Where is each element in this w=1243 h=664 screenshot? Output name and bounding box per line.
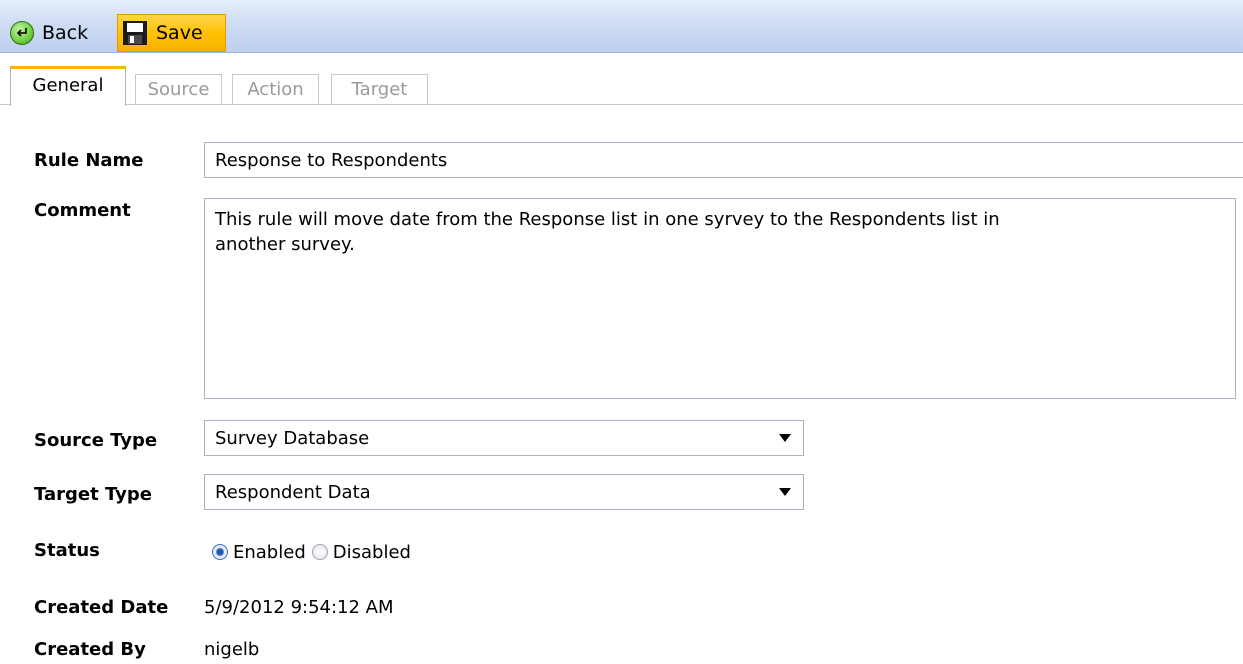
status-enabled-radio[interactable] (212, 544, 228, 560)
status-label: Status (34, 540, 100, 561)
save-button[interactable]: Save (117, 14, 226, 52)
back-arrow-icon (10, 21, 34, 45)
back-button[interactable]: Back (10, 14, 88, 52)
floppy-disk-icon (122, 20, 148, 46)
created-date-label: Created Date (34, 597, 169, 618)
status-radio-group: Enabled Disabled (212, 540, 417, 564)
chevron-down-icon (779, 488, 791, 496)
back-label: Back (42, 22, 89, 44)
source-type-label: Source Type (34, 430, 158, 451)
source-type-select[interactable]: Survey Database (204, 420, 804, 456)
created-by-label: Created By (34, 639, 146, 660)
toolbar: Back Save (0, 0, 1243, 53)
source-type-value: Survey Database (215, 427, 370, 449)
created-by-value: nigelb (204, 639, 260, 660)
target-type-select[interactable]: Respondent Data (204, 474, 804, 510)
chevron-down-icon (779, 434, 791, 442)
status-disabled-radio[interactable] (311, 544, 328, 560)
target-type-value: Respondent Data (215, 481, 371, 503)
rule-name-input[interactable]: Response to Respondents (204, 142, 1243, 178)
comment-label: Comment (34, 200, 131, 221)
tab-action[interactable]: Action (232, 74, 319, 104)
save-label: Save (156, 22, 203, 44)
tab-target[interactable]: Target (331, 74, 428, 104)
status-enabled-label[interactable]: Enabled (233, 542, 306, 563)
created-date-value: 5/9/2012 9:54:12 AM (204, 597, 394, 618)
rule-name-label: Rule Name (34, 150, 144, 171)
tab-general[interactable]: General (10, 66, 126, 106)
target-type-label: Target Type (34, 484, 152, 505)
comment-textarea[interactable]: This rule will move date from the Respon… (204, 198, 1236, 399)
tab-source[interactable]: Source (135, 74, 222, 104)
status-disabled-label[interactable]: Disabled (333, 542, 411, 563)
